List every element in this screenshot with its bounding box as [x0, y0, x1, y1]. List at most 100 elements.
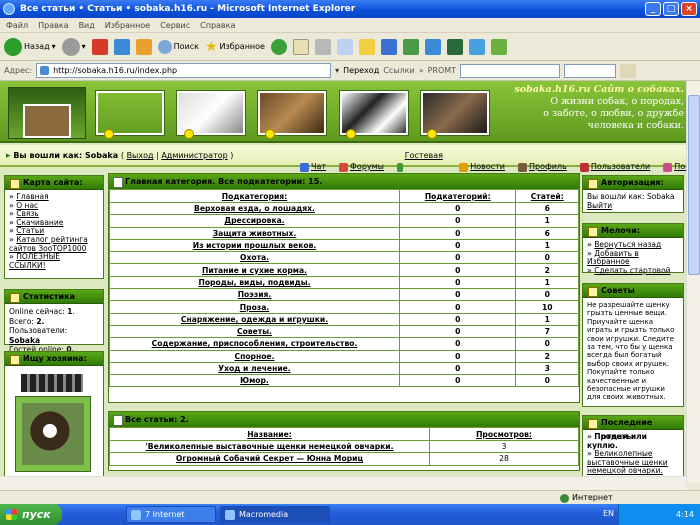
set-homepage-link[interactable]: Сделать стартовой — [594, 266, 670, 275]
articles-panel: Все статьи: 2. Название: Просмотров: 'Ве… — [108, 411, 580, 471]
web-page: sobaka.h16.ru Сайт о собаках. О жизни со… — [0, 81, 686, 483]
promt-select[interactable] — [460, 63, 561, 78]
promt-direction-select[interactable] — [564, 63, 617, 78]
task-internet-explorer[interactable]: 7 Internet Explorer — [126, 506, 216, 523]
forward-button[interactable]: ▾ — [61, 37, 86, 56]
category-link[interactable]: Из истории прошлых веков. — [193, 241, 317, 250]
article-count: 6 — [515, 201, 579, 216]
menu-view[interactable]: Вид — [79, 18, 95, 32]
admin-link[interactable]: Администратор — [161, 151, 227, 160]
back-button[interactable]: Назад ▾ — [4, 37, 56, 56]
search-icon — [157, 39, 172, 54]
category-link[interactable]: Поэзия. — [238, 290, 272, 299]
mail-icon[interactable] — [292, 38, 309, 55]
edit-icon[interactable] — [336, 38, 353, 55]
tips-box: Советы Не разрешайте щенку грызть ценные… — [582, 283, 684, 407]
favorites-button[interactable]: ★ Избранное — [205, 39, 265, 55]
col-title[interactable]: Название: — [109, 427, 430, 441]
start-button[interactable]: пуск — [0, 504, 62, 525]
subcategory-count: 0 — [398, 214, 517, 228]
category-link[interactable]: Содержание, приспособления, строительств… — [152, 339, 358, 348]
subcategory-count: 0 — [398, 263, 517, 277]
print-icon[interactable] — [314, 38, 331, 55]
col-subcategories[interactable]: Подкатегорий: — [398, 189, 517, 203]
menu-favorites[interactable]: Избранное — [105, 18, 150, 32]
category-link[interactable]: Охота. — [240, 253, 269, 262]
categories-table: Подкатегория: Подкатегорий: Статей: Верх… — [109, 189, 579, 388]
article-count: 1 — [515, 275, 579, 290]
table-row: Из истории прошлых веков. 0 1 — [109, 238, 579, 253]
links-button[interactable]: Ссылки — [383, 66, 414, 75]
network-icon[interactable] — [468, 38, 485, 55]
history-icon[interactable] — [270, 38, 287, 55]
col-articles[interactable]: Статей: — [515, 189, 579, 203]
close-button[interactable]: × — [681, 2, 697, 16]
home-icon[interactable] — [135, 38, 152, 55]
article-link[interactable]: 'Великолепные выставочные щенки немецкой… — [145, 442, 393, 451]
category-link[interactable]: Юмор. — [240, 376, 269, 385]
language-indicator[interactable]: EN — [603, 509, 614, 518]
promt-translate-icon[interactable] — [620, 63, 637, 78]
status-bar: Интернет — [0, 490, 700, 504]
table-row: Поэзия. 0 0 — [109, 288, 579, 302]
books-icon[interactable] — [402, 38, 419, 55]
col-views[interactable]: Просмотров: — [429, 427, 579, 441]
category-link[interactable]: Верховая езда, о лошадях. — [194, 204, 315, 213]
translate-icon[interactable] — [424, 38, 441, 55]
users-icon — [579, 162, 589, 172]
address-dropdown-icon[interactable]: ▾ — [335, 66, 339, 75]
articles-table: Название: Просмотров: 'Великолепные выст… — [109, 427, 579, 466]
promt-label: PROMT — [427, 66, 457, 75]
menu-tools[interactable]: Сервис — [160, 18, 190, 32]
scroll-thumb[interactable] — [688, 95, 700, 275]
article-count: 7 — [515, 324, 579, 339]
category-link[interactable]: Спорное. — [235, 352, 275, 361]
messenger-icon[interactable] — [358, 38, 375, 55]
horizontal-scrollbar[interactable] — [0, 476, 686, 490]
category-link[interactable]: Питание и сухие корма. — [202, 266, 307, 275]
auth-exit-link[interactable]: Выйти — [587, 201, 612, 210]
menu-help[interactable]: Справка — [200, 18, 235, 32]
help-icon — [663, 162, 673, 172]
article-link[interactable]: Огромный Собачий Секрет — Юнна Мориц — [176, 454, 363, 463]
go-button[interactable]: Переход — [343, 66, 379, 75]
user-link[interactable]: Sobaka — [9, 336, 40, 345]
task-dreamweaver[interactable]: Macromedia Dreamw... — [220, 506, 330, 523]
search-button[interactable]: Поиск — [157, 39, 199, 54]
menu-file[interactable]: Файл — [6, 18, 28, 32]
tool-icon[interactable] — [446, 38, 463, 55]
address-input[interactable]: http://sobaka.h16.ru/index.php — [36, 63, 332, 78]
subcategory-count: 0 — [398, 226, 517, 240]
minimize-button[interactable]: _ — [645, 2, 661, 16]
vertical-scrollbar[interactable] — [686, 81, 700, 483]
research-icon[interactable] — [380, 38, 397, 55]
category-link[interactable]: Уход и лечение. — [218, 364, 290, 373]
links-chevron-icon[interactable]: » — [419, 66, 424, 75]
col-subcategory[interactable]: Подкатегория: — [109, 189, 400, 203]
category-link[interactable]: Советы. — [237, 327, 272, 336]
profile-icon — [517, 162, 527, 172]
category-link[interactable]: Дрессировка. — [224, 216, 284, 225]
back-arrow-icon — [4, 37, 22, 56]
article-count: 6 — [515, 226, 579, 240]
dog-photo[interactable] — [22, 403, 84, 465]
category-link[interactable]: Защита животных. — [213, 229, 297, 238]
clock: 4:14 — [676, 510, 694, 519]
add-favorite-link[interactable]: Добавить в Избранное — [587, 249, 639, 267]
category-link[interactable]: Проза. — [240, 303, 269, 312]
table-row: 'Великолепные выставочные щенки немецкой… — [109, 439, 579, 454]
maximize-button[interactable]: □ — [663, 2, 679, 16]
logout-link[interactable]: Выход — [127, 151, 154, 160]
category-link[interactable]: Снаряжение, одежда и игрушки. — [181, 315, 328, 324]
refresh-icon[interactable] — [113, 38, 130, 55]
bead-icon — [104, 129, 114, 139]
group-icon[interactable] — [490, 38, 507, 55]
last-answer-link[interactable]: Великолепные выставочные щенки немецкой … — [587, 449, 668, 475]
category-link[interactable]: Породы, виды, подвиды. — [198, 278, 310, 287]
tips-title: Советы — [583, 284, 683, 298]
subcategory-count: 0 — [398, 361, 517, 376]
article-count: 0 — [515, 337, 579, 351]
menu-edit[interactable]: Правка — [38, 18, 68, 32]
categories-panel: Главная категория. Все подкатегории: 15.… — [108, 173, 580, 403]
stop-icon[interactable] — [91, 38, 108, 55]
